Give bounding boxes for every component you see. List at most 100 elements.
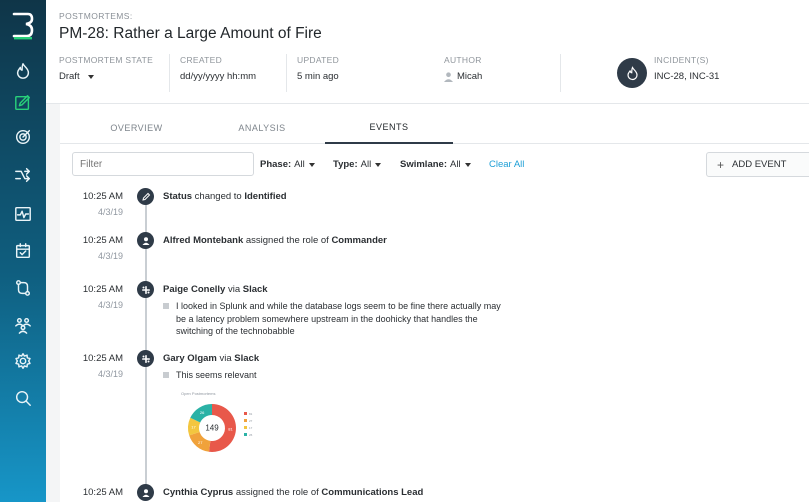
phase-value: All — [294, 159, 305, 170]
legend-item: 27 — [244, 418, 258, 423]
author-value[interactable]: Micah — [444, 71, 544, 82]
legend-item: 81 — [244, 411, 258, 416]
author-name: Micah — [457, 71, 483, 82]
tab-bar: OVERVIEW ANALYSIS EVENTS — [60, 112, 809, 144]
swimlane-label: Swimlane: — [400, 159, 447, 170]
tab-events[interactable]: EVENTS — [325, 112, 453, 144]
author-label: AUTHOR — [444, 55, 482, 65]
legend-swatch — [244, 419, 247, 422]
slice-label: 81 — [228, 427, 233, 432]
state-value: Draft — [59, 71, 80, 82]
settings-icon[interactable] — [12, 350, 34, 372]
chart-title: Open Postmortems — [181, 391, 216, 396]
state-dropdown[interactable]: Draft — [59, 71, 169, 82]
sidebar — [0, 0, 46, 502]
event-title: Cynthia Cyprus assigned the role of Comm… — [163, 487, 423, 498]
legend-value: 26 — [249, 432, 253, 437]
event-subject: Status — [163, 191, 193, 202]
event-title: Alfred Montebank assigned the role of Co… — [163, 235, 387, 246]
state-label: POSTMORTEM STATE — [59, 55, 154, 65]
legend-swatch — [244, 426, 247, 429]
event-verb: via — [225, 284, 243, 295]
legend-item: 26 — [244, 432, 258, 437]
divider — [286, 54, 287, 92]
pencil-icon — [137, 188, 154, 205]
donut-chart: 81 27 17 26 149 — [188, 404, 236, 452]
event-object: Commander — [331, 235, 387, 246]
postmortem-header: POSTMORTEMS: PM-28: Rather a Large Amoun… — [46, 0, 809, 104]
slice-label: 17 — [191, 424, 196, 429]
event-time: 10:25 AM — [82, 284, 123, 295]
updated-field: UPDATED 5 min ago — [297, 55, 437, 95]
target-icon[interactable] — [12, 126, 34, 148]
created-value[interactable]: dd/yy/yyyy hh:mm — [180, 71, 290, 82]
chevron-down-icon — [87, 74, 94, 79]
logo-icon[interactable] — [10, 10, 36, 40]
message-bullet — [163, 303, 169, 309]
updated-label: UPDATED — [297, 55, 340, 65]
phase-label: Phase: — [260, 159, 292, 170]
filter-input[interactable] — [72, 152, 254, 176]
author-field: AUTHOR Micah — [444, 55, 544, 95]
calendar-check-icon[interactable] — [12, 240, 34, 262]
event-time: 10:25 AM — [82, 191, 123, 202]
message-bullet — [163, 372, 169, 378]
chart-attachment[interactable]: Open Postmortems 81 27 17 26 149 81 27 17 26 — [175, 391, 255, 461]
chevron-down-icon — [308, 162, 315, 167]
event-subject[interactable]: Gary Olgam — [163, 353, 217, 364]
postmortem-edit-icon[interactable] — [12, 92, 34, 114]
updated-value: 5 min ago — [297, 71, 339, 82]
created-field: CREATED dd/yy/yyyy hh:mm — [180, 55, 290, 95]
fire-icon — [617, 58, 647, 88]
divider — [169, 54, 170, 92]
event-time: 10:25 AM — [82, 353, 123, 364]
created-label: CREATED — [180, 55, 223, 65]
user-icon — [137, 232, 154, 249]
type-filter[interactable]: Type: All — [333, 159, 382, 170]
workflow-icon[interactable] — [12, 277, 34, 299]
event-time: 10:25 AM — [82, 487, 123, 498]
type-label: Type: — [333, 159, 358, 170]
tab-analysis[interactable]: ANALYSIS — [197, 112, 327, 144]
incidents-field: INCIDENT(S) INC-28, INC-31 — [654, 55, 804, 95]
event-verb: assigned the role of — [243, 235, 332, 246]
event-source: Slack — [234, 353, 260, 364]
breadcrumb[interactable]: POSTMORTEMS: — [59, 11, 133, 21]
event-subject[interactable]: Alfred Montebank — [163, 235, 243, 246]
incidents-link[interactable]: INC-28, INC-31 — [654, 71, 804, 82]
message-text: This seems relevant — [176, 370, 257, 380]
event-object: Identified — [244, 191, 287, 202]
tab-overview[interactable]: OVERVIEW — [60, 112, 213, 144]
phase-filter[interactable]: Phase: All — [260, 159, 315, 170]
pulse-icon[interactable] — [12, 203, 34, 225]
add-event-label: ADD EVENT — [732, 159, 787, 170]
event-subject[interactable]: Cynthia Cyprus — [163, 487, 233, 498]
divider — [560, 54, 561, 92]
legend-value: 17 — [249, 425, 253, 430]
add-event-button[interactable]: + ADD EVENT — [706, 152, 809, 177]
slice-label: 27 — [198, 440, 203, 445]
user-icon — [137, 484, 154, 501]
clear-all-link[interactable]: Clear All — [489, 159, 524, 170]
search-icon[interactable] — [12, 387, 34, 409]
state-field: POSTMORTEM STATE Draft — [59, 55, 169, 95]
donut-center-value: 149 — [205, 424, 219, 433]
event-verb: via — [216, 353, 235, 364]
message-text: I looked in Splunk and while the databas… — [176, 301, 501, 336]
type-value: All — [360, 159, 372, 170]
slice-label: 26 — [200, 410, 205, 415]
legend-value: 27 — [249, 418, 253, 423]
team-icon[interactable] — [12, 314, 34, 336]
event-subject[interactable]: Paige Conelly — [163, 284, 225, 295]
event-title: Gary Olgam via Slack — [163, 353, 259, 364]
slack-icon — [137, 350, 154, 367]
legend-value: 81 — [249, 411, 253, 416]
plus-icon: + — [717, 157, 725, 172]
swimlane-filter[interactable]: Swimlane: All — [400, 159, 471, 170]
event-date: 4/3/19 — [97, 207, 123, 217]
shuffle-icon[interactable] — [12, 164, 34, 186]
legend-swatch — [244, 412, 247, 415]
chevron-down-icon — [464, 162, 471, 167]
fire-icon[interactable] — [12, 60, 34, 82]
event-verb: assigned the role of — [233, 487, 322, 498]
